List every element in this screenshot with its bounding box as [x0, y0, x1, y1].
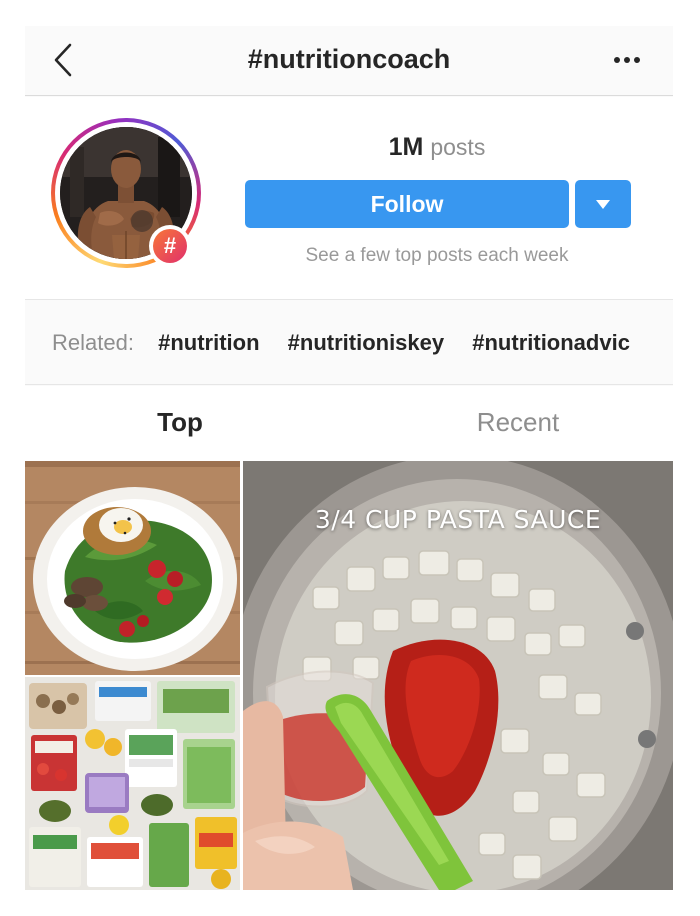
related-tag-nutrition[interactable]: #nutrition [158, 330, 259, 355]
hashtag-badge: # [149, 225, 191, 267]
post-video-thumbnail[interactable]: 3/4 CUP PASTA SAUCE [243, 461, 673, 890]
page-title: #nutritioncoach [247, 44, 451, 74]
post-count: 1M posts [243, 133, 631, 162]
related-hashtags: Related: #nutrition #nutritioniskey #nut… [25, 301, 673, 385]
post-thumbnail[interactable] [25, 677, 240, 890]
post-grid: 3/4 CUP PASTA SAUCE [25, 461, 673, 890]
post-count-value: 1M [388, 133, 424, 161]
related-label: Related: [52, 330, 134, 355]
video-caption: 3/4 CUP PASTA SAUCE [314, 505, 602, 534]
back-button[interactable] [43, 40, 83, 80]
hashtag-icon: # [153, 229, 187, 263]
post-count-label: posts [430, 134, 486, 160]
navigation-bar: #nutritioncoach [25, 26, 673, 96]
more-options-button[interactable] [607, 42, 647, 78]
post-thumbnail[interactable] [25, 461, 240, 675]
follow-hint: See a few top posts each week [305, 245, 569, 266]
feed-tabs: Top Recent [25, 386, 673, 461]
screen: #nutritioncoach # 1M posts Follow See a … [25, 26, 673, 890]
more-horizontal-icon [614, 57, 640, 63]
hashtag-header: # 1M posts Follow See a few top posts ea… [25, 97, 673, 300]
related-tag-nutritionadvice[interactable]: #nutritionadvic [472, 330, 630, 355]
tab-recent[interactable]: Recent [363, 386, 673, 461]
related-tag-nutritioniskey[interactable]: #nutritioniskey [288, 330, 444, 355]
caret-down-icon [596, 199, 610, 209]
chevron-left-icon [54, 43, 72, 77]
follow-options-button[interactable] [575, 180, 631, 228]
follow-button[interactable]: Follow [245, 180, 569, 228]
tab-top[interactable]: Top [25, 386, 335, 461]
